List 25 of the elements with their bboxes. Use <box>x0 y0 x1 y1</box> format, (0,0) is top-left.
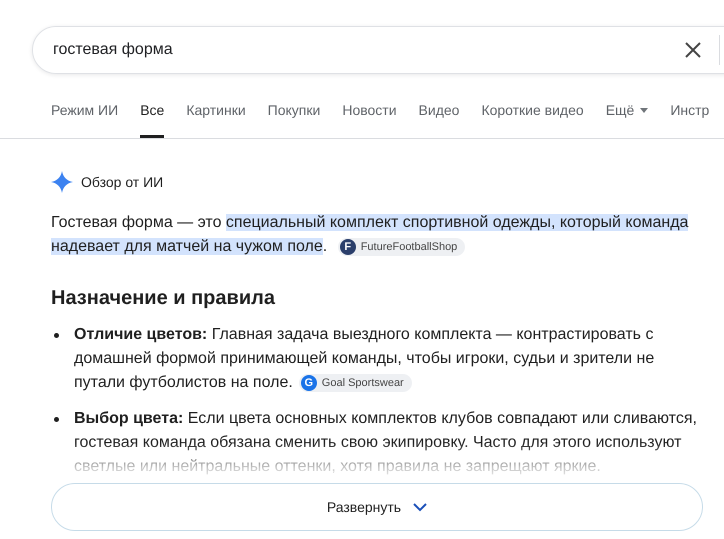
search-tab[interactable]: Все <box>140 101 164 138</box>
sparkle-icon <box>51 171 73 193</box>
bullet-icon <box>54 333 59 338</box>
section-heading: Назначение и правила <box>51 286 276 311</box>
bullet-icon <box>54 417 59 422</box>
bullet-text: Выбор цвета: Если цвета основных комплектов клубов совпадают или сливаются, гостевая команда обязана сменить свою экипировку. Часто для этого используют светлые или нейтральные оттенки, хотя правила не запрещают яркие. <box>74 409 698 477</box>
search-tab[interactable]: Режим ИИ <box>51 101 118 138</box>
search-field[interactable]: гостевая форма <box>53 41 684 59</box>
chevron-down-icon <box>413 502 428 512</box>
search-tab[interactable]: Инстр <box>670 101 710 138</box>
search-tab[interactable]: Картинки <box>186 101 246 138</box>
search-tab[interactable]: Видео <box>418 101 460 138</box>
bullet-text: Отличие цветов: Главная задача выездного комплекта — контрастировать с домашней формой принимающей команды, чтобы игроки, судьи и зрители не путали футболистов на поле. G Goal Sportswear <box>74 325 656 394</box>
clear-icon[interactable] <box>684 41 702 59</box>
search-tab[interactable]: Короткие видео <box>481 101 584 138</box>
search-bar[interactable]: гостевая форма <box>32 26 724 74</box>
source-chip[interactable]: G Goal Sportswear <box>298 374 412 392</box>
overview-label: Обзор от ИИ <box>81 174 164 190</box>
expand-button[interactable]: Развернуть <box>51 483 703 531</box>
overview-paragraph: Гостевая форма — это специальный комплект спортивной одежды, который команда надевает для матчей на чужом поле. F FutureFootballShop <box>51 213 690 258</box>
source-chip[interactable]: F FutureFootballShop <box>338 238 466 256</box>
search-tab[interactable]: Покупки <box>268 101 320 138</box>
search-tab[interactable]: Ещё <box>606 101 648 138</box>
search-tab[interactable]: Новости <box>342 101 397 138</box>
caret-icon <box>640 108 648 113</box>
